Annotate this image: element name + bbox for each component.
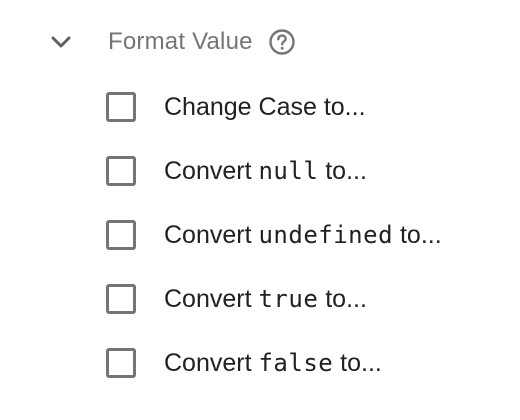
option-label: Convert true to... xyxy=(164,284,367,313)
option-convert-true[interactable]: Convert true to... xyxy=(106,275,442,323)
option-label: Change Case to... xyxy=(164,92,366,121)
option-convert-false[interactable]: Convert false to... xyxy=(106,339,442,387)
chevron-down-icon[interactable] xyxy=(44,25,78,59)
convert-null-checkbox[interactable] xyxy=(106,156,136,186)
section-title: Format Value xyxy=(108,28,253,55)
option-label: Convert null to... xyxy=(164,156,367,185)
change-case-checkbox[interactable] xyxy=(106,92,136,122)
option-label: Convert undefined to... xyxy=(164,220,442,249)
option-change-case[interactable]: Change Case to... xyxy=(106,83,442,131)
option-convert-null[interactable]: Convert null to... xyxy=(106,147,442,195)
format-value-options: Change Case to... Convert null to... Con… xyxy=(106,83,442,403)
option-label: Convert false to... xyxy=(164,348,382,377)
convert-undefined-checkbox[interactable] xyxy=(106,220,136,250)
help-icon[interactable] xyxy=(267,27,297,57)
option-convert-undefined[interactable]: Convert undefined to... xyxy=(106,211,442,259)
format-value-section-header[interactable]: Format Value xyxy=(44,22,297,62)
convert-false-checkbox[interactable] xyxy=(106,348,136,378)
convert-true-checkbox[interactable] xyxy=(106,284,136,314)
